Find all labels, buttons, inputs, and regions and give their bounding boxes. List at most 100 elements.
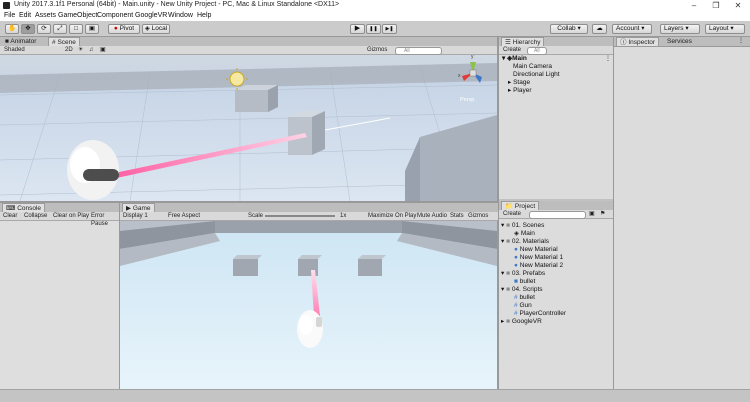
material-sphere-icon: ● [514,246,518,253]
rect-tool-icon[interactable]: □ [69,24,83,34]
scene-panel: ■ Animator # Scene Shaded 2D ☀ ♫ ▣ Gizmo… [0,37,497,201]
project-search-input[interactable] [529,211,586,219]
game-panel: ▶ Game Display 1 Free Aspect Scale 1x Ma… [119,203,498,389]
console-collapse-button[interactable]: Collapse [24,212,47,220]
project-folder-scenes[interactable]: ▾ ■ 01. Scenes [501,222,544,230]
prefab-cube-icon: ■ [514,278,518,285]
tab-project[interactable]: 📁 Project [501,201,540,210]
inspector-menu-icon[interactable]: ⋮ [738,37,744,44]
mode-2d-toggle[interactable]: 2D [65,46,73,54]
tab-inspector-label: Inspector [628,39,656,46]
move-tool-icon[interactable]: ✥ [21,24,35,34]
project-item-gun-script-label: Gun [519,302,532,309]
hierarchy-item-main-camera[interactable]: Main Camera [513,63,552,71]
project-folder-scripts[interactable]: ▾ ■ 04. Scripts [501,286,543,294]
game-scale-slider[interactable] [265,215,335,217]
project-item-material[interactable]: ● New Material [514,246,558,254]
hand-tool-icon[interactable]: ✋ [5,24,19,34]
menu-edit[interactable]: Edit [19,12,31,19]
console-error-pause-button[interactable]: Error Pause [91,212,119,228]
scene-gizmos-dropdown[interactable]: Gizmos [367,46,387,54]
project-create-dropdown[interactable]: Create [503,210,521,218]
menu-help[interactable]: Help [197,12,211,19]
cloud-button[interactable]: ☁ [592,24,607,34]
pause-button[interactable]: ❚❚ [366,24,381,34]
project-item-gun-script[interactable]: # Gun [514,302,532,310]
local-toggle[interactable]: ◈ Local [142,24,170,34]
menu-component[interactable]: Component [97,12,133,19]
tab-game[interactable]: ▶ Game [122,203,155,212]
tab-scene[interactable]: # Scene [48,37,80,46]
console-clear-on-play-button[interactable]: Clear on Play [53,212,89,220]
game-gizmos-dropdown[interactable]: Gizmos [468,212,488,220]
step-button[interactable]: ▶❚ [382,24,397,34]
project-folder-materials[interactable]: ▾ ■ 02. Materials [501,238,549,246]
menu-file[interactable]: File [4,12,15,19]
rotate-tool-icon[interactable]: ⟳ [37,24,51,34]
hierarchy-item-player[interactable]: ▸ Player [508,87,532,95]
project-item-playercontroller-script[interactable]: # PlayerController [514,310,566,318]
console-clear-button[interactable]: Clear [3,212,17,220]
hierarchy-item-directional-light[interactable]: Directional Light [513,71,560,79]
scene-audio-icon[interactable]: ♫ [89,46,94,54]
scene-search-input[interactable]: All [395,47,442,55]
collab-dropdown[interactable]: Collab ▾ [550,24,588,34]
persp-label[interactable]: Persp [460,97,474,103]
scene-viewport-render [0,55,497,201]
hierarchy-item-stage[interactable]: ▸ Stage [508,79,530,87]
project-filter-type-icon[interactable]: ▣ [589,210,595,218]
tab-hierarchy[interactable]: ☰ Hierarchy [501,37,545,46]
folder-icon: ■ [506,238,511,245]
tab-services[interactable]: Services [664,37,695,46]
tab-console[interactable]: ⌨ Console [2,203,46,212]
layers-label: Layers [664,25,684,32]
pivot-toggle[interactable]: ● Pivot [108,24,140,34]
tab-animator[interactable]: ■ Animator [2,37,39,46]
layers-dropdown[interactable]: Layers ▾ [660,24,700,34]
project-item-material-2[interactable]: ● New Material 2 [514,262,563,270]
menu-googlevr[interactable]: GoogleVR [135,12,167,19]
game-aspect-dropdown[interactable]: Free Aspect [168,212,200,220]
game-viewport[interactable] [120,221,497,389]
transform-tool-icon[interactable]: ▣ [85,24,99,34]
hierarchy-search-input[interactable]: All [527,47,547,55]
hierarchy-scene-name: Main [512,55,527,62]
project-item-main[interactable]: ◈ Main [514,230,535,238]
menu-window[interactable]: Window [168,12,193,19]
scene-light-icon[interactable]: ☀ [78,46,83,54]
menu-assets[interactable]: Assets [35,12,56,19]
project-filter-label-icon[interactable]: ⚑ [600,210,605,218]
tab-inspector[interactable]: ⓘ Inspector [616,37,660,46]
close-button[interactable]: ✕ [727,0,749,11]
minimize-button[interactable]: – [683,0,705,11]
account-dropdown[interactable]: Account ▾ [612,24,652,34]
scene-fx-icon[interactable]: ▣ [100,46,106,54]
shading-dropdown[interactable]: Shaded [4,46,25,54]
play-button[interactable]: ▶ [350,24,365,34]
maximize-button[interactable]: ❐ [705,0,727,11]
scale-tool-icon[interactable]: ⤢ [53,24,67,34]
scene-gizmo-axis[interactable]: y x [458,55,488,91]
mute-audio-toggle[interactable]: Mute Audio [417,212,447,220]
pivot-icon: ● [113,25,118,32]
stats-toggle[interactable]: Stats [450,212,464,220]
script-icon: # [514,302,518,309]
project-item-material-1[interactable]: ● New Material 1 [514,254,563,262]
game-display-dropdown[interactable]: Display 1 [123,212,148,220]
game-scale-label: Scale [248,213,264,219]
project-item-bullet-script[interactable]: # bullet [514,294,535,302]
project-item-bullet-prefab[interactable]: ■ bullet [514,278,535,286]
tab-scene-label: Scene [57,39,76,46]
project-folder-googlevr[interactable]: ▸ ■ GoogleVR [501,318,542,326]
project-folder-prefabs[interactable]: ▾ ■ 03. Prefabs [501,270,545,278]
hierarchy-scene-row[interactable]: ▾ ◈Main [502,55,527,63]
hierarchy-subbar: Create All [499,46,613,55]
tab-animator-label: Animator [10,38,37,45]
menu-gameobject[interactable]: GameObject [58,12,97,19]
hierarchy-scene-menu-icon[interactable]: ⋮ [605,55,611,62]
scene-viewport[interactable]: y x Persp [0,55,497,201]
hierarchy-create-dropdown[interactable]: Create [503,46,521,54]
game-scale-value: 1x [340,213,347,219]
layout-dropdown[interactable]: Layout ▾ [705,24,745,34]
maximize-on-play-toggle[interactable]: Maximize On Play [368,212,416,220]
